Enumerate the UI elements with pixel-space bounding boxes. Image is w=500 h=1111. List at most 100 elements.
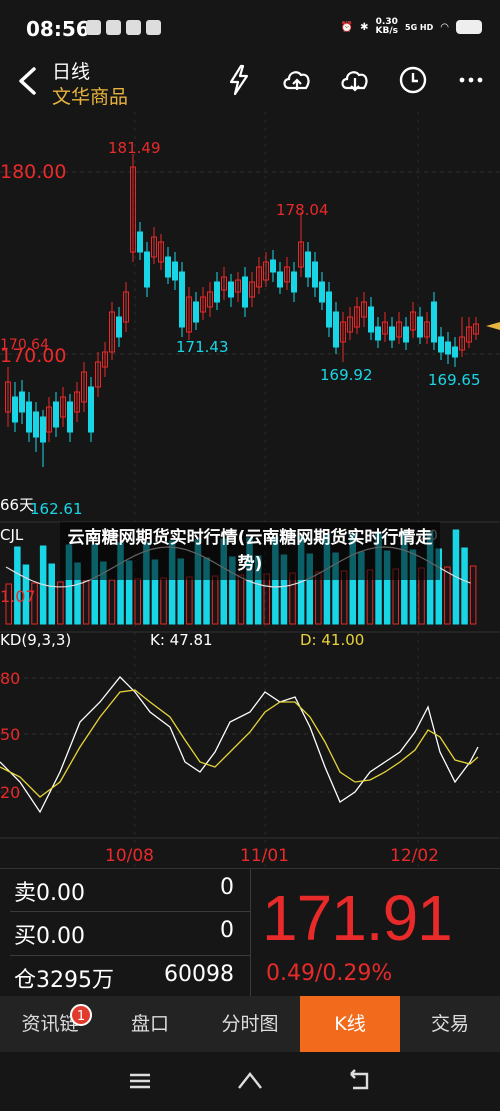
candle-body: [389, 326, 395, 341]
last-low-annotation: 169.65: [428, 371, 481, 389]
candle-body: [452, 346, 458, 358]
tab-kline[interactable]: K线: [300, 996, 400, 1052]
sell-label: 卖0.00: [14, 881, 85, 906]
candle-body: [12, 396, 18, 423]
notification-icons: [86, 20, 161, 35]
candle-body: [368, 306, 374, 333]
volume-left-value: 1.07: [0, 587, 36, 606]
candle-body: [193, 301, 199, 323]
candle-body: [291, 271, 297, 293]
buy-row: 买0.00 0: [10, 914, 250, 954]
volume-label: CJL: [0, 526, 24, 544]
sell-qty: 0: [220, 875, 234, 900]
candlestick-series: [5, 154, 479, 467]
candle-body: [431, 301, 437, 343]
candle-body: [228, 281, 234, 298]
quote-panel: 卖0.00 0 买0.00 0 仓3295万 60098 171.91 0.49…: [0, 868, 500, 998]
candle-body: [144, 251, 150, 288]
back-icon[interactable]: [10, 63, 46, 99]
system-indicators: ⏰ ✱ 0.30 KB/s 5G HD ◠: [341, 18, 482, 36]
k-line: [0, 676, 479, 814]
price-change: 0.49/0.29%: [266, 961, 393, 986]
candle-body: [326, 291, 332, 328]
network-speed: 0.30 KB/s: [375, 17, 398, 36]
menu-icon[interactable]: [125, 1068, 155, 1094]
candle-body: [137, 231, 143, 253]
home-icon[interactable]: [235, 1068, 265, 1094]
left-price-label: 170.64: [0, 337, 49, 353]
clock-icon[interactable]: [396, 63, 430, 97]
volume-bar: [108, 579, 116, 625]
more-icon[interactable]: [454, 63, 488, 97]
peak-annotation: 178.04: [276, 201, 329, 219]
last-price-marker: [486, 322, 500, 330]
candle-body: [438, 336, 444, 353]
low-annotation-b: 169.92: [320, 366, 373, 384]
volume-bar: [186, 576, 193, 625]
volume-bar: [444, 566, 451, 625]
candle-body: [214, 281, 220, 303]
tab-news-chain[interactable]: 资讯链 1: [0, 996, 100, 1052]
candle-body: [333, 311, 339, 348]
volume-bar: [48, 563, 55, 625]
cloud-download-icon[interactable]: [338, 63, 372, 97]
app-notification-icon: [146, 20, 161, 35]
notification-badge: 1: [70, 1004, 92, 1026]
axis-label-180: 180.00: [0, 161, 66, 183]
signal-icon: 5G HD: [405, 22, 434, 32]
position-label: 仓3295万: [14, 968, 114, 993]
candle-body: [270, 259, 276, 273]
tab-time-sharing[interactable]: 分时图: [200, 996, 300, 1052]
candle-body: [67, 401, 73, 433]
position-qty: 60098: [164, 962, 234, 987]
battery-icon: [456, 20, 482, 34]
status-bar: 08:56 ⏰ ✱ 0.30 KB/s 5G HD ◠: [0, 0, 500, 55]
position-row: 仓3295万 60098: [10, 958, 250, 998]
app-header: 日线 文华商品: [0, 55, 500, 110]
date-label-2: 11/01: [240, 846, 289, 866]
kd-level-50: 50: [0, 725, 20, 744]
kd-level-20: 20: [0, 783, 20, 802]
volume-bar: [461, 547, 468, 625]
kd-level-80: 80: [0, 669, 20, 688]
candle-body: [33, 411, 39, 438]
low-annotation-a: 171.43: [176, 338, 229, 356]
candle-body: [88, 386, 94, 433]
page-title: 日线: [52, 61, 91, 83]
candle-body: [375, 326, 381, 341]
buy-label: 买0.00: [14, 924, 85, 949]
buy-qty: 0: [220, 918, 234, 943]
bluetooth-icon: ✱: [360, 21, 369, 33]
app-notification-icon: [86, 20, 101, 35]
exchange-subtitle: 文华商品: [52, 86, 129, 108]
cloud-upload-icon[interactable]: [280, 63, 314, 97]
status-time: 08:56: [26, 17, 90, 41]
candle-body: [53, 401, 59, 428]
bottom-annotation: 162.61: [30, 500, 83, 518]
chart-svg[interactable]: 180.00 170.00 170.64 181.49 178.04 171.4…: [0, 112, 500, 868]
sell-row: 卖0.00 0: [10, 871, 250, 911]
system-nav-bar: [0, 1052, 500, 1111]
left-truncated-label: 66天: [0, 496, 34, 514]
candle-body: [19, 391, 25, 413]
candle-body: [179, 271, 185, 328]
app-notification-icon: [106, 20, 121, 35]
kd-title: KD(9,3,3): [0, 631, 71, 649]
tab-trade[interactable]: 交易: [400, 996, 500, 1052]
candle-body: [40, 416, 46, 443]
volume-bar: [14, 546, 21, 625]
candle-body: [319, 281, 325, 303]
volume-bar: [237, 574, 245, 625]
candle-body: [445, 341, 451, 355]
lightning-icon[interactable]: [222, 63, 256, 97]
volume-bar: [57, 581, 64, 625]
tab-order-book[interactable]: 盘口: [100, 996, 200, 1052]
chart-area[interactable]: 180.00 170.00 170.64 181.49 178.04 171.4…: [0, 112, 500, 868]
alarm-icon: ⏰: [340, 21, 354, 33]
volume-bar: [134, 578, 141, 625]
date-label-1: 10/08: [105, 846, 154, 866]
d-value-label: D: 41.00: [300, 631, 364, 649]
back-nav-icon[interactable]: [345, 1068, 375, 1094]
volume-bar: [211, 575, 219, 625]
candle-body: [172, 261, 178, 281]
